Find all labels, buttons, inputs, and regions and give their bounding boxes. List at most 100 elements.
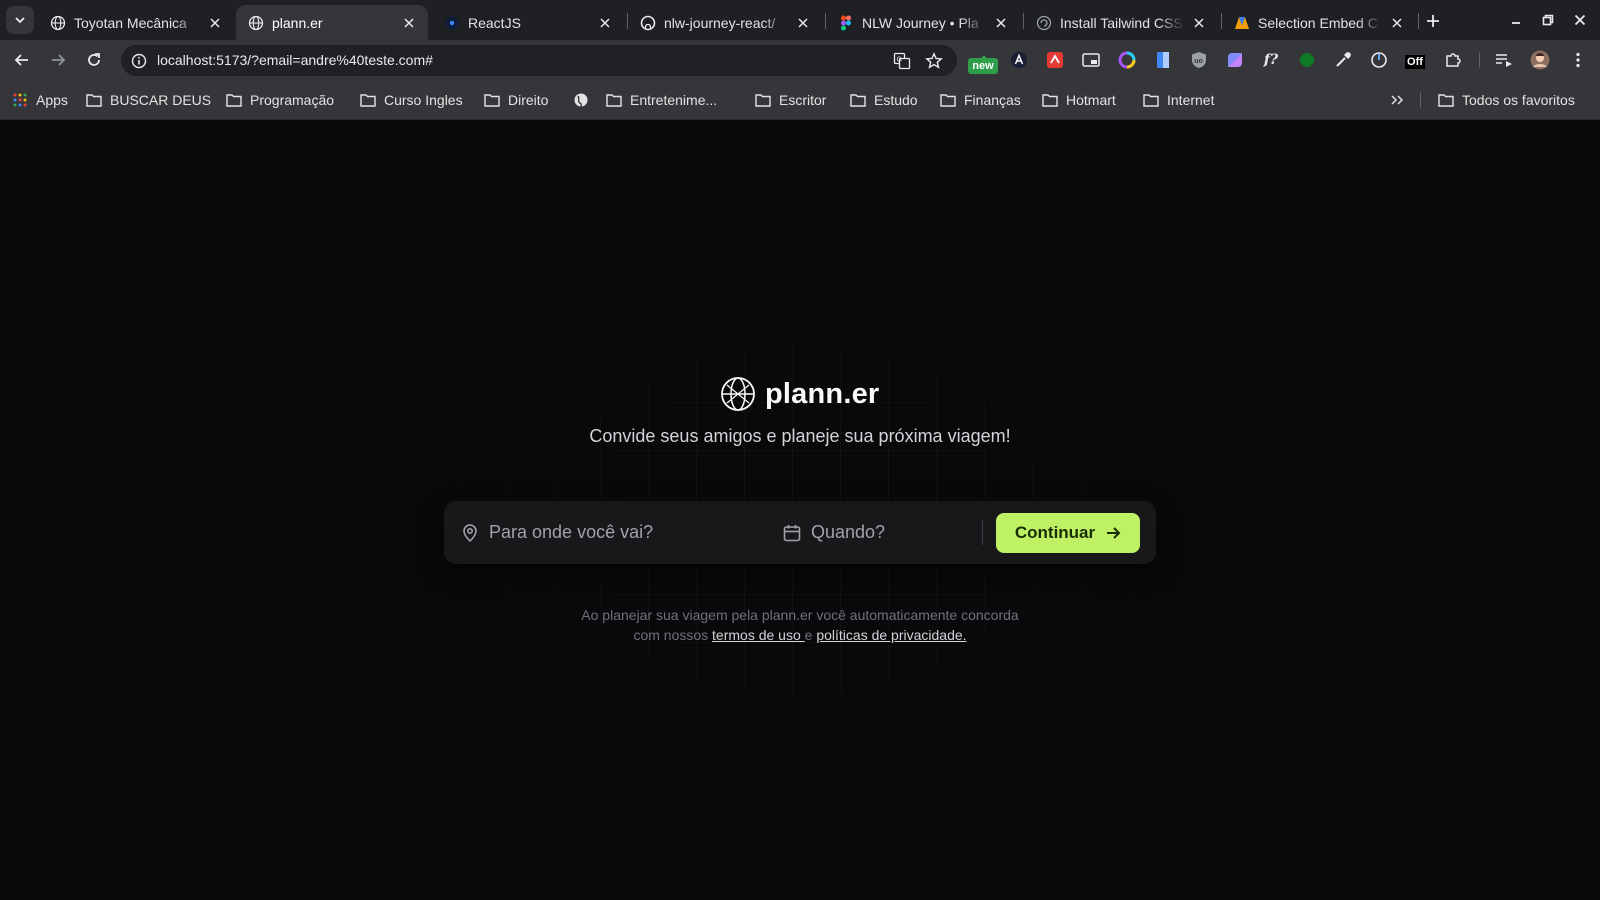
tab-figma[interactable]: NLW Journey • Pla [826,5,1020,40]
destination-field[interactable] [460,501,760,564]
terms-prefix: com nossos [633,627,713,643]
url-text[interactable]: localhost:5173/?email=andre%40teste.com# [157,52,433,68]
tab-github[interactable]: nlw-journey-react/ [628,5,822,40]
forward-button[interactable] [44,46,72,74]
bookmark-folder-hotmart[interactable]: Hotmart [1042,90,1116,110]
bookmark-folder-curso-ingles[interactable]: Curso Ingles [360,90,463,110]
bookmark-folder-escritor[interactable]: Escritor [755,90,826,110]
reload-button[interactable] [80,46,108,74]
close-icon[interactable] [596,14,614,32]
folder-icon [360,92,376,108]
extension-power-icon[interactable] [1369,50,1389,70]
extension-dot-icon[interactable] [1297,50,1317,70]
extension-new-badge: new [968,58,998,74]
page-content: plann.er Convide seus amigos e planeje s… [0,120,1600,900]
bookmark-label: Finanças [964,92,1021,108]
close-icon[interactable] [400,14,418,32]
bookmark-folder-entretenimento[interactable]: Entretenime... [606,90,717,110]
translate-icon[interactable]: G [891,50,913,72]
extension-a-icon[interactable] [1009,50,1029,70]
tab-planner[interactable]: plann.er [236,5,428,40]
bookmark-folder-internet[interactable]: Internet [1143,90,1214,110]
bookmark-label: Direito [508,92,549,108]
close-icon[interactable] [794,14,812,32]
bookmark-apps[interactable]: Apps [12,90,68,110]
bookmark-folder-financas[interactable]: Finanças [940,90,1021,110]
github-icon [640,15,656,31]
bookmark-label: Entretenime... [630,92,718,108]
extension-off-icon[interactable]: Off [1405,52,1425,72]
bookmark-folder-programacao[interactable]: Programação [226,90,334,110]
destination-input[interactable] [489,522,749,543]
tab-toyotan[interactable]: Toyotan Mecânica [38,5,234,40]
tab-tailwind[interactable]: Install Tailwind CSS [1024,5,1218,40]
bookmarks-overflow-button[interactable] [1390,90,1404,110]
tab-title: Selection Embed C [1258,14,1378,31]
folder-icon [86,92,102,108]
folder-icon [606,92,622,108]
privacy-policy-link[interactable]: políticas de privacidade. [816,627,966,643]
terms-notice: Ao planejar sua viagem pela plann.er voc… [0,605,1600,645]
terms-of-use-link[interactable]: termos de uso [712,627,805,643]
terms-line-1: Ao planejar sua viagem pela plann.er voc… [581,607,1019,623]
terms-and: e [804,627,817,643]
app-name: plann.er [765,377,880,410]
app-icon [1234,15,1250,31]
continue-button[interactable]: Continuar [996,513,1140,553]
extension-red-icon[interactable] [1045,50,1065,70]
figma-icon [838,15,854,31]
bookmark-folder-buscar-deus[interactable]: BUSCAR DEUS [86,90,211,110]
extension-picker-icon[interactable] [1333,50,1353,70]
media-controls-icon[interactable] [1494,50,1514,70]
folder-icon [755,92,771,108]
extension-gradient-icon[interactable] [1225,50,1245,70]
minimize-icon [1512,22,1520,24]
trip-form: Continuar [444,501,1156,564]
bookmark-label: Programação [250,92,335,108]
bookmarks-separator [1420,92,1421,108]
close-icon[interactable] [992,14,1010,32]
bookmark-label: Estudo [874,92,918,108]
minimize-button[interactable] [1504,8,1528,32]
extension-function-icon[interactable]: f? [1261,50,1281,70]
reload-icon [88,53,100,66]
back-button[interactable] [8,46,36,74]
close-icon[interactable] [1388,14,1406,32]
date-field[interactable] [782,501,972,564]
tab-selection-embed[interactable]: Selection Embed C [1222,5,1416,40]
avatar[interactable] [1530,50,1550,70]
tab-title: nlw-journey-react/ [664,14,776,31]
extensions-puzzle-icon[interactable] [1443,50,1463,70]
bookmark-label: Todos os favoritos [1462,92,1575,108]
address-bar[interactable]: localhost:5173/?email=andre%40teste.com#… [121,45,957,76]
extension-shield-icon[interactable]: uo [1189,50,1209,70]
tab-search-button[interactable] [6,6,34,34]
extension-color-ring-icon[interactable] [1117,50,1137,70]
page-subtitle: Convide seus amigos e planeje sua próxim… [589,426,1011,446]
bookmark-folder-estudo[interactable]: Estudo [850,90,918,110]
close-icon[interactable] [206,14,224,32]
tab-reactjs[interactable]: ReactJS [432,5,624,40]
toolbar-separator [1479,52,1480,68]
tab-title: Toyotan Mecânica [74,14,187,31]
bookmark-label: Hotmart [1066,92,1116,108]
close-icon[interactable] [1190,14,1208,32]
date-input[interactable] [811,522,961,543]
bookmark-folder-direito[interactable]: Direito [484,90,548,110]
extension-window-icon[interactable] [1081,50,1101,70]
new-tab-button[interactable] [1421,9,1445,33]
site-info-icon[interactable] [127,49,150,72]
bookmark-label: Internet [1167,92,1215,108]
folder-icon [1042,92,1058,108]
tab-title: ReactJS [468,14,521,31]
folder-icon [484,92,500,108]
bookmark-all-favorites[interactable]: Todos os favoritos [1438,90,1575,110]
extension-docs-icon[interactable] [1153,50,1173,70]
bookmark-globe[interactable] [573,90,597,110]
double-chevron-right-icon [1391,95,1404,105]
bookmark-star-icon[interactable] [923,50,945,72]
more-menu-icon[interactable] [1568,50,1588,70]
bookmark-label: Apps [36,92,68,108]
close-window-button[interactable] [1568,8,1592,32]
restore-button[interactable] [1536,8,1560,32]
